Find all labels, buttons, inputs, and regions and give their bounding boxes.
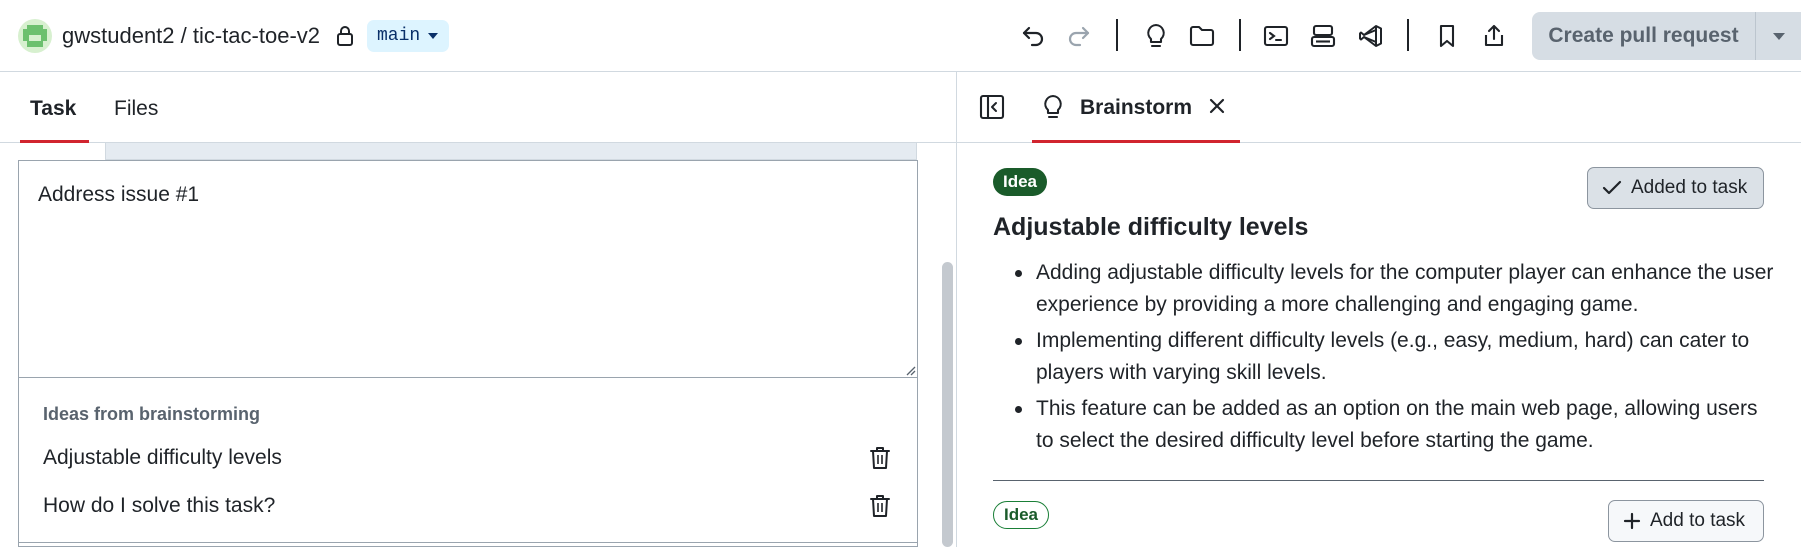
ideas-list: Ideas from brainstorming Adjustable diff… (18, 378, 918, 547)
sidebar-collapse-icon[interactable] (979, 94, 1005, 120)
avatar[interactable] (18, 19, 52, 53)
plus-icon (1623, 512, 1641, 530)
ideas-heading: Ideas from brainstorming (43, 404, 261, 424)
idea-label: Adjustable difficulty levels (43, 446, 282, 469)
left-pane-scrollbar[interactable] (942, 262, 953, 547)
resize-grip-icon[interactable] (904, 364, 916, 376)
editor-toolbar-strip (105, 143, 917, 160)
toolbar-divider (1116, 19, 1118, 51)
trash-icon[interactable] (869, 494, 891, 518)
lock-icon (336, 25, 354, 47)
vscode-icon[interactable] (1356, 21, 1386, 51)
idea-label: How do I solve this task? (43, 494, 276, 517)
idea-bullet: This feature can be added as an option o… (1015, 393, 1775, 457)
list-item[interactable]: Adjustable difficulty levels (19, 438, 917, 478)
tab-task[interactable]: Task (30, 96, 76, 122)
check-icon (1602, 180, 1622, 196)
active-tab-indicator (1032, 140, 1240, 143)
idea-badge: Idea (993, 168, 1048, 196)
share-icon[interactable] (1479, 21, 1509, 51)
idea-title: Adjustable difficulty levels (993, 213, 1309, 241)
task-textarea[interactable]: Address issue #1 (18, 160, 918, 378)
create-pull-request-button-group: Create pull request (1532, 12, 1801, 60)
add-to-task-button[interactable]: Add to task (1608, 500, 1764, 542)
idea-bullet: Adding adjustable difficulty levels for … (1015, 257, 1775, 321)
tab-brainstorm[interactable]: Brainstorm (1080, 96, 1192, 120)
branch-name: main (377, 26, 421, 46)
pane-divider[interactable] (956, 72, 957, 547)
close-icon[interactable] (1208, 97, 1226, 115)
redo-icon[interactable] (1064, 21, 1094, 51)
codespace-icon[interactable] (1308, 21, 1338, 51)
repo-path[interactable]: gwstudent2 / tic-tac-toe-v2 (62, 22, 320, 50)
toolbar-divider (1239, 19, 1241, 51)
idea-bullets: Adding adjustable difficulty levels for … (1015, 257, 1775, 461)
create-pull-request-button[interactable]: Create pull request (1532, 12, 1755, 60)
top-bar: gwstudent2 / tic-tac-toe-v2 main Create … (0, 0, 1801, 72)
toolbar-divider (1407, 19, 1409, 51)
caret-down-icon (1772, 32, 1786, 41)
trash-icon[interactable] (869, 446, 891, 470)
divider (19, 542, 917, 543)
lightbulb-icon (1042, 94, 1064, 120)
create-pr-dropdown-button[interactable] (1756, 12, 1801, 60)
added-to-task-button[interactable]: Added to task (1587, 167, 1764, 209)
list-item[interactable]: How do I solve this task? (19, 486, 917, 526)
folder-icon[interactable] (1187, 21, 1217, 51)
card-divider (993, 480, 1764, 481)
active-tab-indicator (20, 140, 89, 143)
add-to-task-label: Add to task (1650, 510, 1746, 531)
undo-icon[interactable] (1018, 21, 1048, 51)
bookmark-icon[interactable] (1432, 21, 1462, 51)
added-to-task-label: Added to task (1631, 177, 1748, 198)
left-tab-bar: Task Files (0, 72, 956, 143)
lightbulb-icon[interactable] (1141, 21, 1171, 51)
idea-badge: Idea (993, 501, 1050, 529)
idea-bullet: Implementing different difficulty levels… (1015, 325, 1775, 389)
branch-selector[interactable]: main (367, 20, 450, 52)
tab-files[interactable]: Files (114, 96, 158, 122)
terminal-icon[interactable] (1261, 21, 1291, 51)
task-text: Address issue #1 (38, 183, 200, 206)
caret-down-icon (427, 32, 439, 40)
